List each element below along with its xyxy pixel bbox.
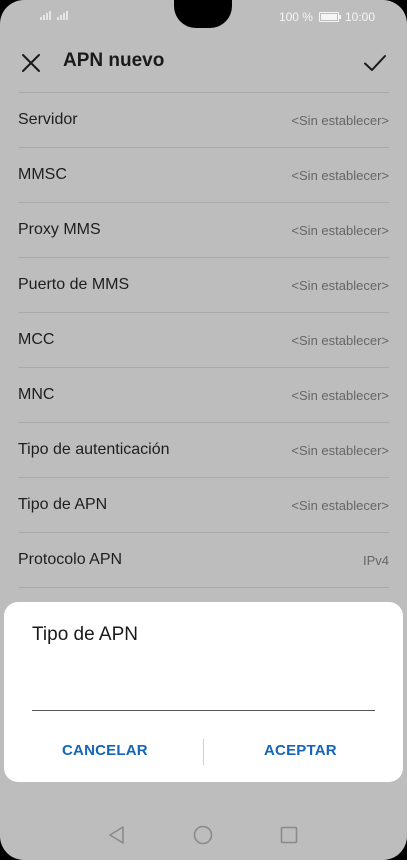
setting-value: IPv4: [362, 552, 389, 568]
setting-value: <Sin establecer>: [291, 222, 389, 238]
page-title: APN nuevo: [63, 50, 165, 71]
camera-notch: [174, 0, 232, 28]
setting-label: Proxy MMS: [18, 221, 101, 238]
setting-row-tipo-autenticacion[interactable]: Tipo de autenticación <Sin establecer>: [18, 423, 389, 478]
setting-row-puerto-mms[interactable]: Puerto de MMS <Sin establecer>: [18, 258, 389, 313]
setting-label: Tipo de APN: [18, 496, 108, 513]
setting-value: <Sin establecer>: [291, 277, 389, 293]
nav-back-icon[interactable]: [107, 825, 125, 845]
apn-type-dialog: Tipo de APN CANCELAR ACEPTAR: [4, 602, 403, 782]
setting-row-mcc[interactable]: MCC <Sin establecer>: [18, 313, 389, 368]
setting-value: <Sin establecer>: [291, 112, 389, 128]
setting-label: Servidor: [18, 111, 78, 128]
dialog-button-divider: [203, 739, 204, 765]
setting-value: <Sin establecer>: [291, 332, 389, 348]
accept-button[interactable]: ACEPTAR: [264, 742, 337, 759]
setting-label: MMSC: [18, 166, 67, 183]
setting-row-servidor[interactable]: Servidor <Sin establecer>: [18, 93, 389, 148]
status-right: 100 % 10:00: [279, 10, 375, 24]
setting-value: <Sin establecer>: [291, 167, 389, 183]
setting-row-mmsc[interactable]: MMSC <Sin establecer>: [18, 148, 389, 203]
phone-screen: 100 % 10:00 APN nuevo Servidor <Sin esta…: [0, 0, 407, 860]
status-bar: 100 % 10:00: [0, 0, 407, 36]
dialog-title: Tipo de APN: [32, 624, 138, 645]
navigation-bar: [0, 810, 407, 860]
app-bar: APN nuevo: [0, 36, 407, 92]
setting-label: Tipo de autenticación: [18, 441, 170, 458]
setting-label: Protocolo APN: [18, 551, 123, 568]
setting-row-mnc[interactable]: MNC <Sin establecer>: [18, 368, 389, 423]
clock: 10:00: [344, 10, 375, 24]
battery-percent: 100 %: [278, 10, 313, 24]
setting-label: MCC: [18, 331, 55, 348]
cancel-button[interactable]: CANCELAR: [62, 742, 148, 759]
setting-label: Puerto de MMS: [18, 276, 130, 293]
setting-row-proxy-mms[interactable]: Proxy MMS <Sin establecer>: [18, 203, 389, 258]
signal-icon: [40, 11, 68, 20]
nav-recents-icon[interactable]: [280, 826, 298, 844]
close-icon[interactable]: [20, 52, 42, 74]
apn-settings-list: Servidor <Sin establecer> MMSC <Sin esta…: [18, 92, 389, 588]
setting-value: <Sin establecer>: [291, 387, 389, 403]
setting-value: <Sin establecer>: [291, 497, 389, 513]
setting-value: <Sin establecer>: [291, 442, 389, 458]
nav-home-icon[interactable]: [193, 825, 213, 845]
check-icon[interactable]: [363, 51, 387, 75]
battery-icon: [318, 12, 341, 22]
setting-row-tipo-apn[interactable]: Tipo de APN <Sin establecer>: [18, 478, 389, 533]
apn-type-input[interactable]: [32, 684, 375, 711]
setting-label: MNC: [18, 386, 55, 403]
setting-row-protocolo-apn[interactable]: Protocolo APN IPv4: [18, 533, 389, 588]
